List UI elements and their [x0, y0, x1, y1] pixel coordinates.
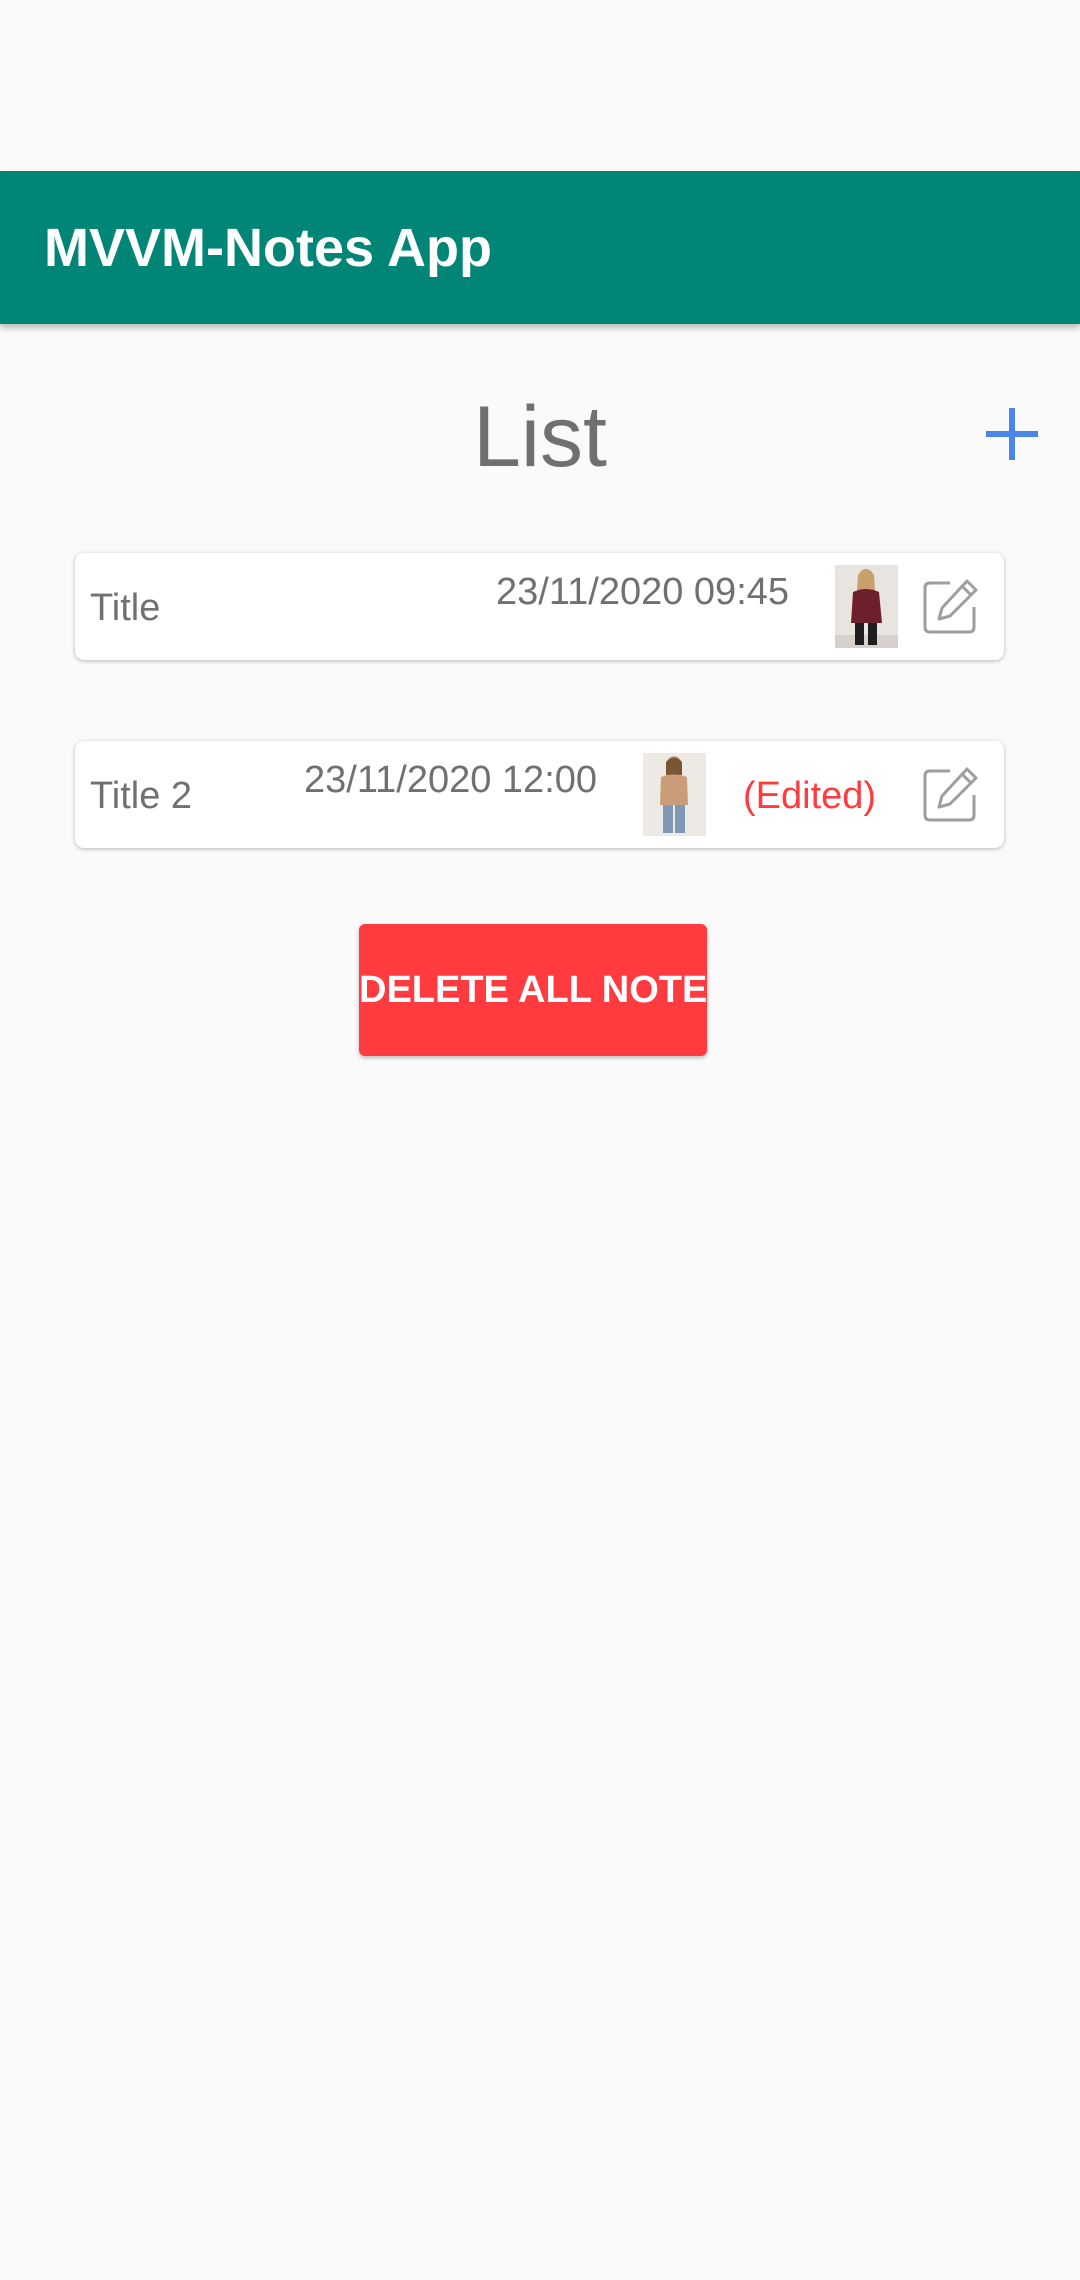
plus-icon [986, 408, 1038, 460]
edit-note-button[interactable] [920, 577, 980, 637]
note-date: 23/11/2020 12:00 [304, 759, 598, 801]
pencil-square-icon [923, 579, 978, 634]
page-title: List [473, 389, 607, 485]
note-title: Title [90, 587, 161, 629]
note-image [835, 565, 898, 648]
app-title: MVVM-Notes App [44, 218, 492, 278]
status-bar [0, 0, 1080, 171]
note-card[interactable]: Title 2 23/11/2020 12:00 (Edited) [75, 741, 1004, 848]
add-note-button[interactable] [976, 398, 1048, 470]
edited-label: (Edited) [743, 775, 877, 817]
note-date: 23/11/2020 09:45 [496, 571, 790, 613]
delete-all-notes-button[interactable]: DELETE ALL NOTES [359, 924, 707, 1056]
pencil-square-icon [923, 767, 978, 822]
app-bar: MVVM-Notes App [0, 171, 1080, 324]
edit-note-button[interactable] [920, 765, 980, 825]
note-image [643, 753, 706, 836]
note-card[interactable]: Title 23/11/2020 09:45 [75, 553, 1004, 660]
note-title: Title 2 [90, 775, 193, 817]
